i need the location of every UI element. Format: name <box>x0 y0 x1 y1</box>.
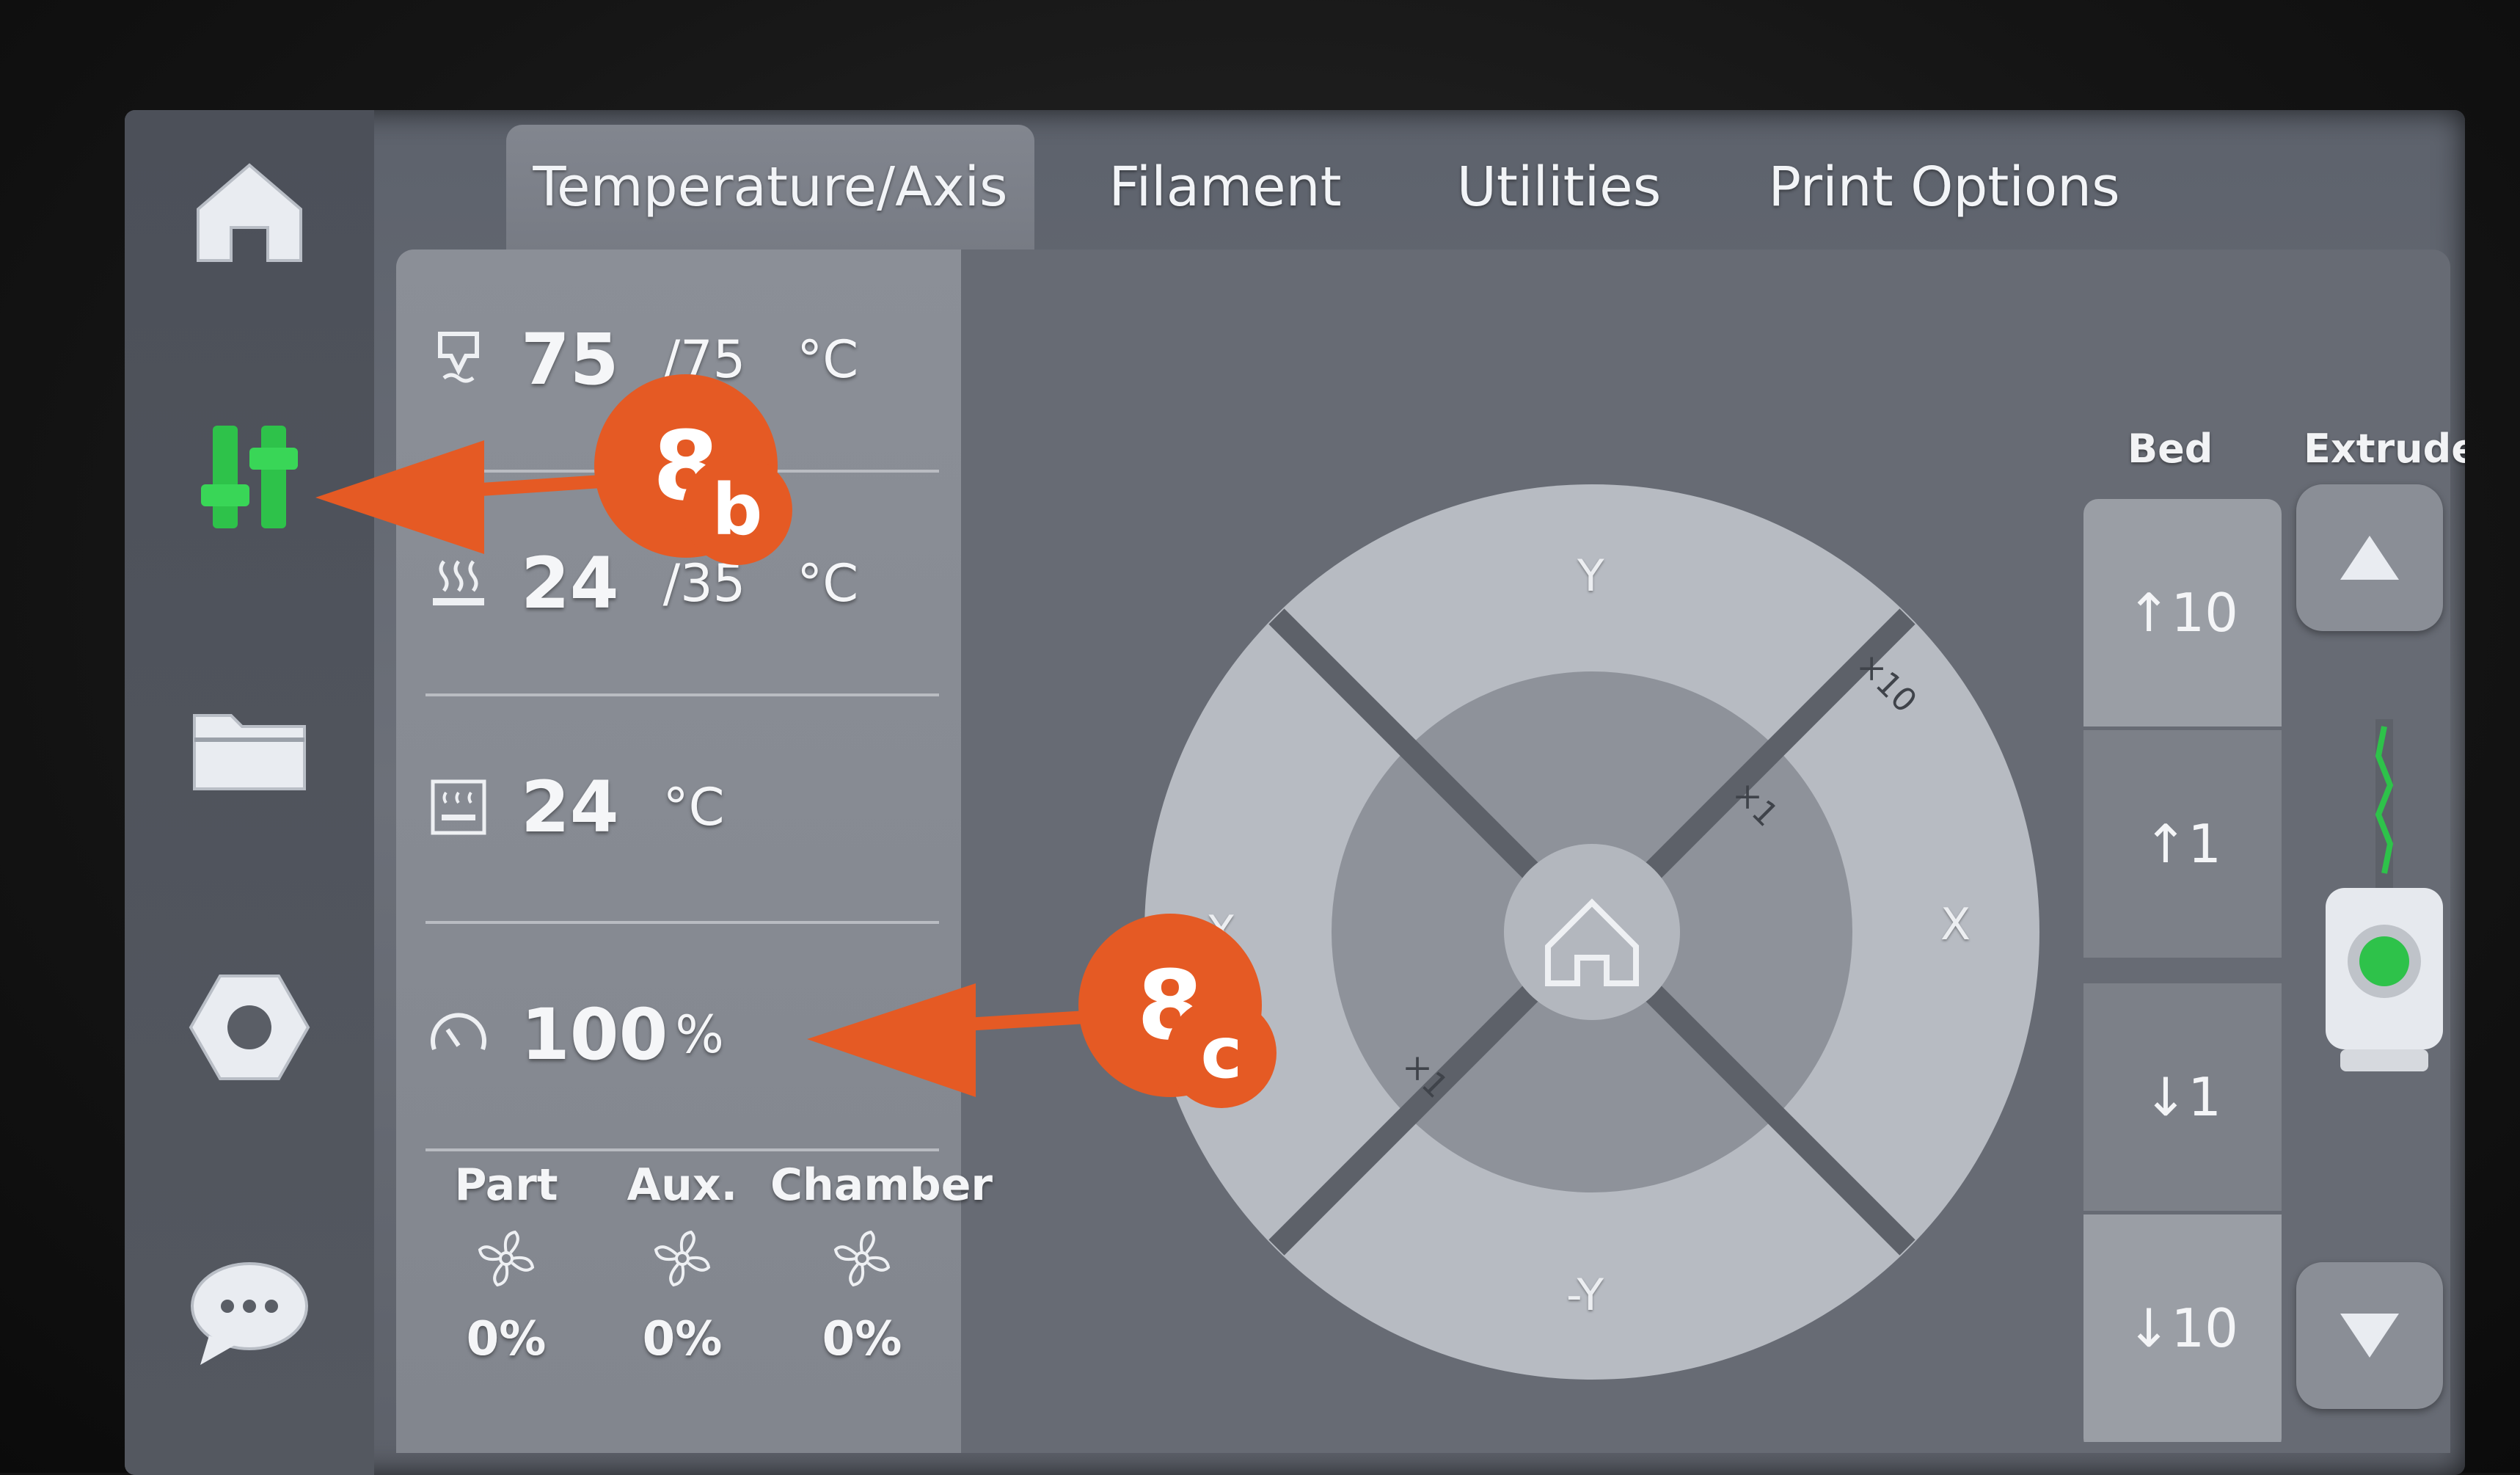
bed-unit: °C <box>797 553 859 613</box>
fan-part[interactable]: Part 0% <box>426 1152 587 1446</box>
x-plus-label: X <box>1940 899 1971 950</box>
arrow-up-icon: ↑ <box>2127 582 2172 644</box>
fan-aux[interactable]: Aux. 0% <box>602 1152 763 1446</box>
speed-unit: % <box>675 1005 724 1065</box>
divider <box>426 1148 939 1151</box>
folder-icon <box>193 714 306 790</box>
speed-value: 100 <box>521 994 668 1076</box>
fan-value: 0% <box>822 1312 902 1366</box>
sidebar-item-files[interactable] <box>176 675 323 822</box>
extruder-header: Extruder <box>2304 426 2465 472</box>
tab-print-options[interactable]: Print Options <box>1739 125 2150 250</box>
extrude-down-button[interactable] <box>2296 1262 2443 1409</box>
chamber-icon <box>426 774 492 840</box>
tab-filament[interactable]: Filament <box>1086 125 1365 250</box>
triangle-down-icon <box>2340 1314 2399 1358</box>
nozzle-current-temp: 75 <box>521 318 619 401</box>
divider <box>426 693 939 696</box>
fan-label: Part <box>454 1159 558 1211</box>
home-icon <box>197 163 302 262</box>
touch-screen: Temperature/Axis Filament Utilities Prin… <box>125 110 2465 1475</box>
tab-temperature-axis[interactable]: Temperature/Axis <box>506 125 1034 250</box>
fan-label: Chamber <box>770 1159 993 1211</box>
bed-controls: ↑ 10 ↑ 1 ↓ 1 ↓ 10 <box>2083 499 2282 1453</box>
arrow-down-icon: ↓ <box>2127 1297 2172 1359</box>
sidebar <box>125 110 374 1475</box>
extrude-up-button[interactable] <box>2296 484 2443 631</box>
fan-icon <box>602 1218 763 1299</box>
arrow-up-icon: ↑ <box>2143 813 2188 875</box>
sidebar-item-home[interactable] <box>176 139 323 286</box>
fan-icon <box>770 1218 954 1299</box>
sliders-icon <box>201 426 298 528</box>
annotation-sub-c: c <box>1166 998 1277 1108</box>
nozzle-unit: °C <box>797 329 859 390</box>
sidebar-item-messages[interactable] <box>176 1240 323 1387</box>
chamber-unit: °C <box>662 777 725 837</box>
bed-header: Bed <box>2128 426 2213 472</box>
fan-value: 0% <box>466 1312 547 1366</box>
sidebar-item-controls[interactable] <box>176 404 323 550</box>
nozzle-icon <box>426 327 492 393</box>
bed-down-1-button[interactable]: ↓ 1 <box>2083 983 2282 1211</box>
annotation-sub-b: b <box>682 455 792 565</box>
fan-label: Aux. <box>627 1159 738 1211</box>
triangle-up-icon <box>2340 536 2399 580</box>
home-axes-button[interactable] <box>1504 844 1680 1020</box>
fan-icon <box>426 1218 587 1299</box>
bed-up-10-button[interactable]: ↑ 10 <box>2083 499 2282 726</box>
heated-bed-icon <box>426 550 492 616</box>
fan-chamber[interactable]: Chamber 0% <box>770 1152 993 1446</box>
hex-nut-icon <box>189 975 310 1080</box>
chat-icon <box>191 1262 308 1365</box>
divider <box>426 921 939 924</box>
fan-row: Part 0% Aux. 0% Chamber 0% <box>426 1152 993 1446</box>
arrow-down-icon: ↓ <box>2143 1066 2188 1128</box>
speedometer-icon <box>426 1002 492 1068</box>
tab-utilities[interactable]: Utilities <box>1401 125 1717 250</box>
bed-up-1-button[interactable]: ↑ 1 <box>2083 730 2282 958</box>
y-minus-label: -Y <box>1566 1270 1604 1321</box>
y-plus-label: Y <box>1577 550 1604 602</box>
tab-bar: Temperature/Axis Filament Utilities Prin… <box>374 110 2465 250</box>
bed-down-10-button[interactable]: ↓ 10 <box>2083 1214 2282 1442</box>
chamber-current-temp: 24 <box>521 766 619 848</box>
axis-dial: Y -Y X -X ×10 ×1 ×1 <box>1137 477 2047 1387</box>
chamber-temp-row[interactable]: 24 °C <box>426 697 939 917</box>
fan-value: 0% <box>642 1312 723 1366</box>
sidebar-item-settings[interactable] <box>176 954 323 1101</box>
extruder-graphic <box>2311 704 2458 1115</box>
